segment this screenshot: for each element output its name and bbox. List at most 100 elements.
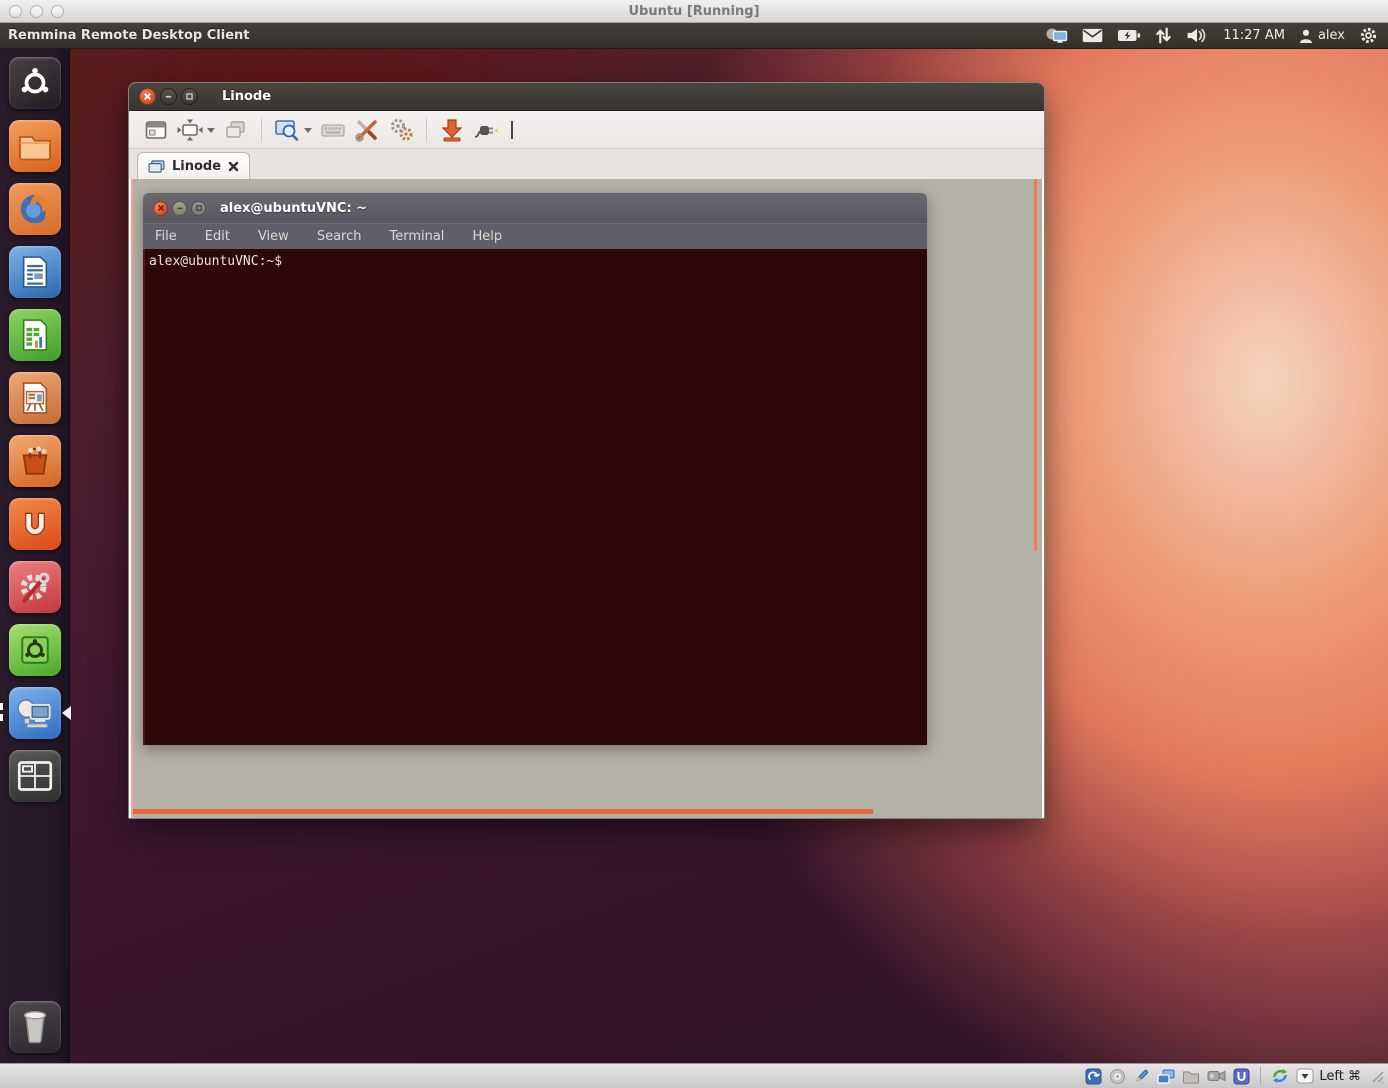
terminal-window-controls [153, 201, 206, 216]
mouse-integration-icon[interactable] [1271, 1067, 1289, 1085]
terminal-body[interactable]: alex@ubuntuVNC:~$ [143, 249, 927, 745]
terminal-titlebar[interactable]: alex@ubuntuVNC: ~ [143, 193, 927, 223]
host-key-indicator: Left ⌘ [1296, 1068, 1361, 1084]
firefox-icon [16, 190, 54, 228]
launcher-item-system-settings[interactable] [9, 561, 61, 613]
impress-presentation-icon [19, 381, 51, 415]
launcher-item-trash[interactable] [9, 1001, 61, 1053]
launcher-item-workspace-switcher[interactable] [9, 750, 61, 802]
shared-folders-icon[interactable] [1182, 1069, 1200, 1084]
user-menu[interactable]: alex [1299, 23, 1345, 49]
launcher-item-libreoffice-impress[interactable] [9, 372, 61, 424]
remmina-window: Linode [128, 82, 1045, 819]
virtualbox-statusbar: Left ⌘ [0, 1063, 1388, 1088]
terminal-prompt: alex@ubuntuVNC:~$ [149, 254, 282, 269]
fullscreen-icon[interactable] [141, 115, 171, 145]
floppy-pen-icon[interactable] [1133, 1068, 1150, 1085]
volume-icon[interactable] [1186, 23, 1209, 49]
render-artifact-line [131, 179, 133, 818]
remmina-window-title: Linode [222, 89, 271, 104]
mail-icon[interactable] [1082, 23, 1103, 49]
tab-connection-icon [148, 160, 165, 173]
launcher-item-ubuntu-one[interactable] [9, 498, 61, 550]
hard-disk-icon[interactable] [1085, 1068, 1102, 1085]
render-artifact-line [133, 809, 873, 814]
network-traffic-icon[interactable] [1155, 23, 1172, 49]
launcher-item-dash-home[interactable] [9, 57, 61, 109]
video-capture-icon[interactable] [1207, 1069, 1226, 1083]
unity-launcher [0, 49, 70, 1063]
workspace-grid-icon [17, 760, 53, 792]
remmina-titlebar[interactable]: Linode [129, 83, 1044, 111]
launcher-item-firefox[interactable] [9, 183, 61, 235]
fit-window-dropdown[interactable] [207, 128, 215, 137]
ubuntu-logo-icon [18, 66, 52, 100]
menu-view[interactable]: View [254, 227, 293, 246]
mac-titlebar: Ubuntu [Running] [0, 0, 1388, 23]
launcher-item-software-updater[interactable] [9, 624, 61, 676]
statusbar-separator [1260, 1067, 1261, 1085]
terminal-maximize-button[interactable] [191, 201, 206, 216]
launcher-item-libreoffice-calc[interactable] [9, 309, 61, 361]
terminal-close-button[interactable] [153, 201, 168, 216]
disconnect-icon[interactable] [471, 115, 501, 145]
preferences-icon[interactable] [352, 115, 382, 145]
session-gear-icon[interactable] [1359, 23, 1378, 49]
terminal-window: alex@ubuntuVNC: ~ File Edit View Search … [143, 193, 927, 745]
menu-search[interactable]: Search [313, 227, 366, 246]
host-key-menu-icon[interactable] [1296, 1068, 1314, 1084]
launcher-item-ubuntu-software-center[interactable] [9, 435, 61, 487]
toolbar-separator [426, 118, 427, 142]
window-minimize-button[interactable] [160, 88, 177, 105]
duplicate-connection-icon[interactable] [221, 115, 251, 145]
launcher-item-home-folder[interactable] [9, 120, 61, 172]
scaled-mode-icon[interactable] [272, 115, 302, 145]
remmina-tab-bar: Linode [129, 149, 1044, 179]
active-app-title: Remmina Remote Desktop Client [8, 28, 250, 43]
grab-keyboard-icon[interactable] [318, 115, 348, 145]
launcher-item-remmina[interactable] [9, 687, 61, 739]
tools-icon[interactable] [386, 115, 416, 145]
toolbar-caret [511, 121, 513, 139]
window-close-button[interactable] [139, 88, 156, 105]
terminal-minimize-button[interactable] [172, 201, 187, 216]
indicator-tray: 11:27 AM alex [1046, 23, 1388, 49]
calc-spreadsheet-icon [19, 318, 51, 352]
ubuntu-top-panel: Remmina Remote Desktop Client 11:27 AM [0, 23, 1388, 49]
updater-ubuntu-gear-icon [18, 633, 52, 667]
scaled-mode-dropdown[interactable] [304, 128, 312, 137]
remmina-toolbar [129, 111, 1044, 149]
terminal-menubar: File Edit View Search Terminal Help [143, 223, 927, 249]
render-artifact-line [1034, 179, 1037, 551]
tab-close-icon[interactable] [228, 161, 239, 172]
menu-help[interactable]: Help [468, 227, 506, 246]
vm-window-title: Ubuntu [Running] [0, 4, 1388, 19]
user-icon [1299, 28, 1313, 44]
optical-disc-icon[interactable] [1109, 1068, 1126, 1085]
remote-desktop-indicator-icon[interactable] [1046, 23, 1068, 49]
writer-document-icon [19, 255, 51, 289]
remote-desktop-viewport[interactable]: alex@ubuntuVNC: ~ File Edit View Search … [129, 179, 1044, 818]
host-key-label: Left ⌘ [1319, 1069, 1361, 1084]
clock[interactable]: 11:27 AM [1223, 23, 1285, 49]
minimize-window-icon[interactable] [437, 115, 467, 145]
menu-file[interactable]: File [151, 227, 181, 246]
remmina-window-controls [139, 88, 198, 105]
software-center-bag-icon [18, 444, 52, 478]
clock-text: 11:27 AM [1223, 28, 1285, 43]
folder-icon [17, 131, 53, 161]
usb-icon[interactable] [1233, 1068, 1250, 1085]
tab-linode[interactable]: Linode [137, 152, 250, 179]
network-icon[interactable] [1157, 1068, 1175, 1085]
menu-terminal[interactable]: Terminal [385, 227, 448, 246]
menu-edit[interactable]: Edit [201, 227, 234, 246]
ubuntu-one-icon [19, 508, 51, 540]
fit-window-icon[interactable] [175, 115, 205, 145]
launcher-item-libreoffice-writer[interactable] [9, 246, 61, 298]
terminal-title: alex@ubuntuVNC: ~ [220, 201, 367, 216]
toolbar-separator [261, 118, 262, 142]
window-maximize-button[interactable] [181, 88, 198, 105]
settings-gear-wrench-icon [17, 569, 53, 605]
battery-icon[interactable] [1117, 23, 1141, 49]
resize-grip[interactable] [1370, 1069, 1384, 1083]
